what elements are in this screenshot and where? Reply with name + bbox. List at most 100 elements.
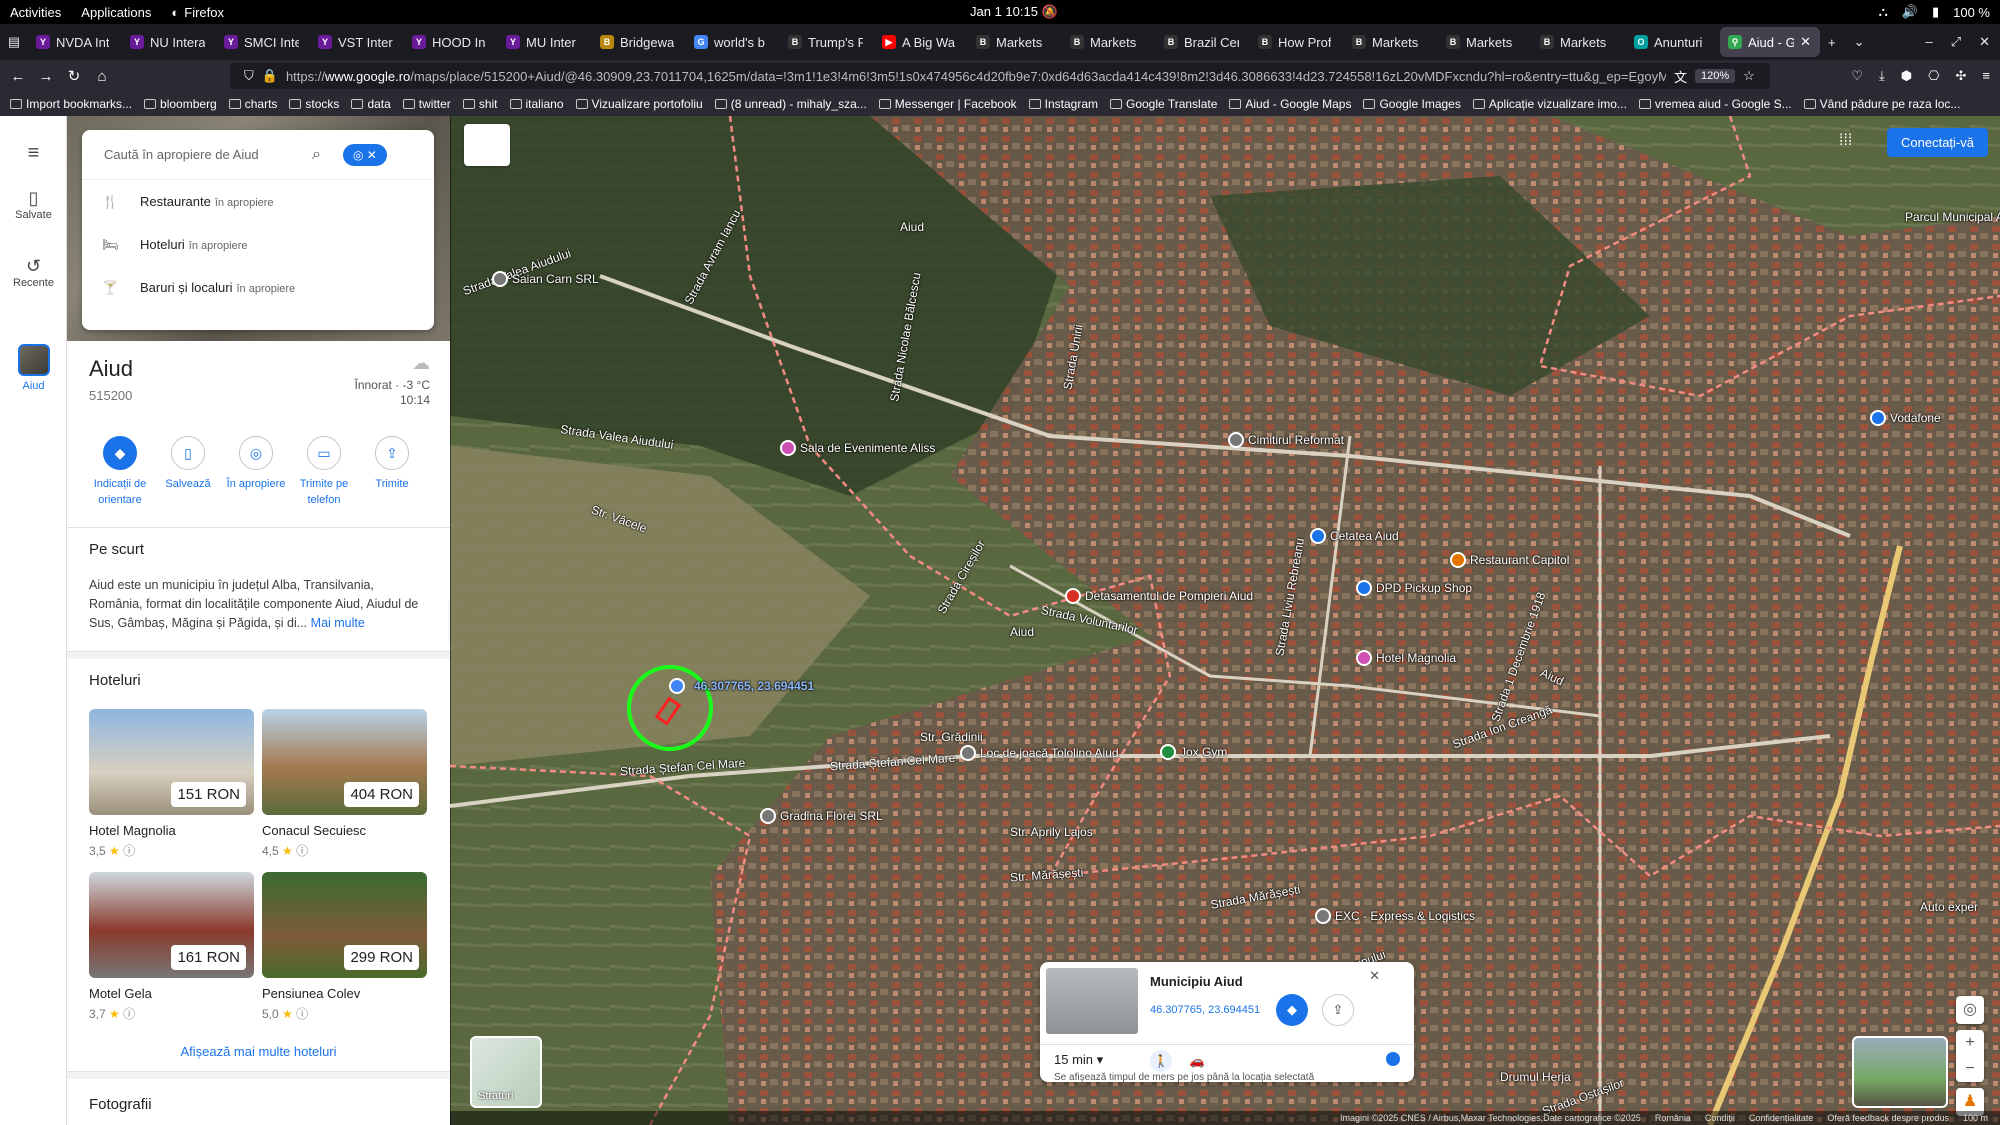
info-icon[interactable]: ⓘ [123, 1007, 135, 1021]
travel-time-toggle[interactable] [1386, 1052, 1400, 1066]
map-poi[interactable]: Hotel Magnolia [1356, 650, 1456, 666]
system-tray[interactable]: ⛬ 🔊 ▮ 100 % [1879, 4, 1990, 20]
footer-item[interactable]: Condiții [1705, 1113, 1735, 1123]
suggestion-item[interactable]: 🛏 Hoteluri în apropiere [82, 223, 434, 266]
google-apps-icon[interactable]: ⁞⁞⁞ [1839, 133, 1855, 150]
car-icon[interactable]: 🚗 [1186, 1050, 1208, 1072]
map-poi[interactable]: Vodafone [1870, 410, 1941, 426]
street-view-thumbnail[interactable] [1852, 1036, 1948, 1108]
browser-tab[interactable]: B Trump's F [780, 27, 872, 57]
forward-button[interactable]: → [32, 68, 60, 85]
account-icon[interactable]: ⎔ [1928, 68, 1939, 84]
applications-menu[interactable]: Applications [71, 5, 161, 20]
map-poi[interactable]: Loc de joacă Tololino Aiud [960, 745, 1119, 761]
info-icon[interactable]: ⓘ [296, 1007, 308, 1021]
view-toggle[interactable] [464, 124, 510, 166]
map-poi[interactable]: EXC - Express & Logistics [1315, 908, 1475, 924]
browser-tab[interactable]: ⚲ Aiud - G ✕ [1720, 27, 1820, 57]
extensions-puzzle-icon[interactable]: ✣ [1956, 68, 1967, 84]
hotel-card[interactable]: 299 RON Pensiunea Colev 5,0 ★ ⓘ [262, 872, 427, 1022]
info-icon[interactable]: ⓘ [296, 844, 308, 858]
search-box[interactable]: Caută în apropiere de Aiud ⌕ ◎ ✕ [82, 130, 434, 180]
close-icon[interactable]: ✕ [1369, 968, 1380, 984]
directions-button[interactable]: ◆ [1276, 994, 1308, 1026]
directions-button[interactable]: ◆ Indicații de orientare [89, 436, 151, 527]
url-text[interactable]: https://www.google.ro/maps/place/515200+… [286, 69, 1666, 84]
layers-button[interactable]: Straturi [470, 1036, 542, 1108]
restore-button[interactable]: ⤢ [1951, 34, 1961, 50]
zoom-level[interactable]: 120% [1694, 69, 1736, 83]
tab-list-icon[interactable]: ▤ [0, 34, 28, 50]
browser-tab[interactable]: Gworld's b [686, 27, 778, 57]
browser-tab[interactable]: Y NU Intera [122, 27, 214, 57]
location-coords[interactable]: 46.307765, 23.694451 [1150, 1004, 1260, 1016]
activities-button[interactable]: Activities [0, 5, 71, 20]
bookmark-item[interactable]: italiano [509, 97, 564, 111]
bookmark-item[interactable]: shit [462, 97, 498, 111]
share-button[interactable]: ⇪ Trimite [361, 436, 423, 527]
clock[interactable]: Jan 1 10:15 🔕 [970, 4, 1058, 20]
browser-tab[interactable]: Y SMCI Inte [216, 27, 308, 57]
menu-icon[interactable]: ≡ [1982, 68, 1990, 84]
map-poi[interactable]: Sala de Evenimente Aliss [780, 440, 935, 456]
new-tab-button[interactable]: + [1828, 35, 1836, 50]
bookmark-star-icon[interactable]: ☆ [1743, 68, 1755, 84]
download-icon[interactable]: ⤓ [1879, 68, 1885, 84]
saved-button[interactable]: ▯ Salvate [0, 188, 67, 221]
browser-tab[interactable]: B Markets [1062, 27, 1154, 57]
footer-item[interactable]: Confidențialitate [1749, 1113, 1814, 1123]
translate-icon[interactable]: 文 [1674, 67, 1687, 86]
search-icon[interactable]: ⌕ [312, 146, 321, 164]
back-button[interactable]: ← [4, 68, 32, 85]
minimize-button[interactable]: – [1925, 34, 1932, 50]
browser-tab[interactable]: B How Prof [1250, 27, 1342, 57]
more-hotels-link[interactable]: Afișează mai multe hoteluri [67, 1044, 450, 1059]
map-poi[interactable]: Saian Carn SRL [492, 271, 599, 287]
recent-place-aiud[interactable]: Aiud [0, 344, 67, 392]
bookmark-item[interactable]: vremea aiud - Google S... [1638, 97, 1792, 111]
reload-button[interactable]: ↻ [60, 67, 88, 85]
bookmark-item[interactable]: data [351, 97, 391, 111]
map-poi[interactable]: Restaurant Capitol [1450, 552, 1569, 568]
map-poi[interactable]: Cetatea Aiud [1310, 528, 1399, 544]
hotel-card[interactable]: 161 RON Motel Gela 3,7 ★ ⓘ [89, 872, 254, 1022]
satellite-map[interactable]: 46.307765, 23.694451 Strada Valea Aiudul… [450, 116, 2000, 1125]
suggestion-item[interactable]: 🍸 Baruri și localuri în apropiere [82, 266, 434, 309]
list-all-tabs-button[interactable]: ⌄ [1854, 34, 1865, 50]
map-poi[interactable]: Gradina Florei SRL [760, 808, 883, 824]
travel-time-select[interactable]: 15 min ▾ [1054, 1052, 1103, 1068]
suggestion-item[interactable]: 🍴 Restaurante în apropiere [82, 180, 434, 223]
browser-tab[interactable]: B Markets [1344, 27, 1436, 57]
bookmark-item[interactable]: Vizualizare portofoliu [575, 97, 703, 111]
browser-tab[interactable]: B Markets [968, 27, 1060, 57]
map-poi[interactable]: Detasamentul de Pompieri Aiud [1065, 588, 1253, 604]
browser-tab[interactable]: B Brazil Cer [1156, 27, 1248, 57]
url-bar[interactable]: ⛉ 🔒 https://www.google.ro/maps/place/515… [230, 63, 1770, 89]
close-tab-icon[interactable]: ✕ [1800, 34, 1811, 50]
zoom-in-button[interactable]: + [1956, 1030, 1984, 1056]
location-thumbnail[interactable] [1046, 968, 1138, 1034]
browser-tab[interactable]: Y HOOD In [404, 27, 496, 57]
bookmark-item[interactable]: Google Images [1363, 97, 1461, 111]
nearby-button[interactable]: ◎ În apropiere [225, 436, 287, 527]
main-menu-icon[interactable]: ≡ [0, 142, 67, 165]
bookmark-item[interactable]: twitter [402, 97, 451, 111]
browser-tab[interactable]: Y NVDA Int [28, 27, 120, 57]
close-window-button[interactable]: ✕ [1979, 34, 1990, 50]
home-button[interactable]: ⌂ [88, 68, 116, 85]
bookmark-item[interactable]: charts [228, 97, 277, 111]
bookmark-item[interactable]: Google Translate [1110, 97, 1217, 111]
bookmark-item[interactable]: Vând pădure pe raza loc... [1803, 97, 1960, 111]
my-location-button[interactable]: ◎ [1956, 996, 1984, 1024]
browser-tab[interactable]: ▶ A Big Wa [874, 27, 966, 57]
bookmark-item[interactable]: bloomberg [144, 97, 217, 111]
zoom-out-button[interactable]: − [1956, 1056, 1984, 1082]
bookmark-item[interactable]: Import bookmarks... [10, 97, 132, 111]
footer-item[interactable]: Oferă feedback despre produs [1827, 1113, 1949, 1123]
search-input[interactable]: Caută în apropiere de Aiud [104, 147, 304, 162]
bookmark-item[interactable]: Messenger | Facebook [878, 97, 1017, 111]
hotel-card[interactable]: 404 RON Conacul Secuiesc 4,5 ★ ⓘ [262, 709, 427, 859]
bookmark-item[interactable]: stocks [289, 97, 339, 111]
more-link[interactable]: Mai multe [311, 616, 365, 630]
recent-button[interactable]: ↺ Recente [0, 256, 67, 289]
